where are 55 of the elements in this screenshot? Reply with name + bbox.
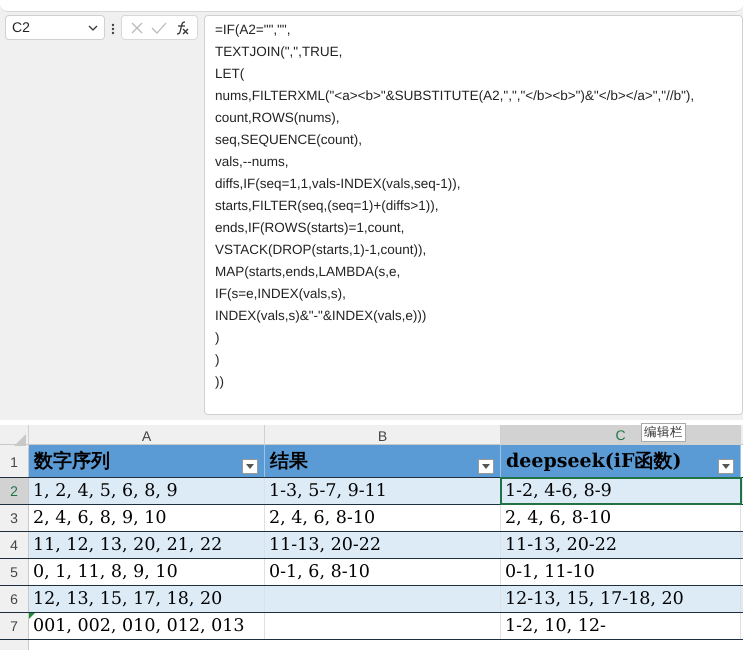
chevron-down-icon <box>88 24 98 30</box>
header-text: deepseek(iF函数) <box>506 448 682 474</box>
caret-icon <box>246 464 254 469</box>
table-cell: 1-3, 5-7, 9-11 <box>265 478 501 504</box>
header-text: 数字序列 <box>34 448 110 474</box>
formula-line: ) <box>215 329 220 347</box>
formula-bar[interactable] <box>204 15 743 415</box>
formula-line: ends,IF(ROWS(starts)=1,count, <box>215 219 404 237</box>
header-text: 结果 <box>270 448 308 474</box>
formula-line: VSTACK(DROP(starts,1)-1,count)), <box>215 241 426 259</box>
filter-dropdown-button[interactable] <box>718 459 734 474</box>
formula-line: ) <box>215 351 220 369</box>
formula-line: vals,--nums, <box>215 153 289 171</box>
table-cell: 0, 1, 11, 8, 9, 10 <box>29 559 265 586</box>
formula-line: LET( <box>215 65 244 83</box>
table-cell: 2, 4, 6, 8-10 <box>265 505 501 532</box>
table-cell: 11-13, 20-22 <box>501 532 741 558</box>
formula-line: )) <box>215 373 224 391</box>
caret-icon <box>482 464 490 469</box>
table-cell: 1-2, 10, 12- <box>501 613 741 640</box>
table-cell: 2, 4, 6, 8, 9, 10 <box>29 505 265 532</box>
check-icon[interactable] <box>150 20 166 34</box>
row-number[interactable]: 3 <box>0 505 29 532</box>
caret-icon <box>722 464 730 469</box>
formula-line: diffs,IF(seq=1,1,vals-INDEX(vals,seq-1)), <box>215 175 460 193</box>
row-number[interactable]: 7 <box>0 613 29 640</box>
table-cell: 12-13, 15, 17-18, 20 <box>501 586 741 612</box>
table-cell: 11-13, 20-22 <box>265 532 501 558</box>
table-cell: 12, 13, 15, 17, 18, 20 <box>29 586 265 612</box>
table-cell: 1, 2, 4, 5, 6, 8, 9 <box>29 478 265 504</box>
table-cell: 0-1, 6, 8-10 <box>265 559 501 586</box>
formula-line: seq,SEQUENCE(count), <box>215 131 362 149</box>
formula-line: INDEX(vals,s)&"-"&INDEX(vals,e))) <box>215 307 426 325</box>
name-box[interactable]: C2 <box>5 15 105 40</box>
row-number[interactable]: 2 <box>0 478 29 504</box>
formula-line: =IF(A2="","", <box>215 21 290 39</box>
row-number[interactable]: 4 <box>0 532 29 558</box>
formula-line: IF(s=e,INDEX(vals,s), <box>215 285 346 303</box>
formula-line: TEXTJOIN(",",TRUE, <box>215 43 342 61</box>
formula-line: starts,FILTER(seq,(seq=1)+(diffs>1)), <box>215 197 438 215</box>
table-cell: 0-1, 11-10 <box>501 559 741 586</box>
table-cell: 2, 4, 6, 8-10 <box>501 505 741 532</box>
tooltip: 编辑栏 <box>641 423 686 442</box>
formula-line: MAP(starts,ends,LAMBDA(s,e, <box>215 263 400 281</box>
row-number[interactable]: 5 <box>0 559 29 586</box>
filter-dropdown-button[interactable] <box>242 459 258 474</box>
formula-line: nums,FILTERXML("<a><b>"&SUBSTITUTE(A2,",","</b><b>")&"</b></a>","//b"), <box>215 87 694 105</box>
table-cell: 001, 002, 010, 012, 013 <box>29 613 265 640</box>
more-options-icon[interactable] <box>111 23 115 35</box>
table-cell: 11, 12, 13, 20, 21, 22 <box>29 532 265 558</box>
formula-line: count,ROWS(nums), <box>215 109 340 127</box>
filter-dropdown-button[interactable] <box>478 459 494 474</box>
row-number[interactable]: 1 <box>0 445 29 477</box>
table-cell: 1-2, 4-6, 8-9 <box>501 478 741 504</box>
row-number[interactable]: 6 <box>0 586 29 612</box>
